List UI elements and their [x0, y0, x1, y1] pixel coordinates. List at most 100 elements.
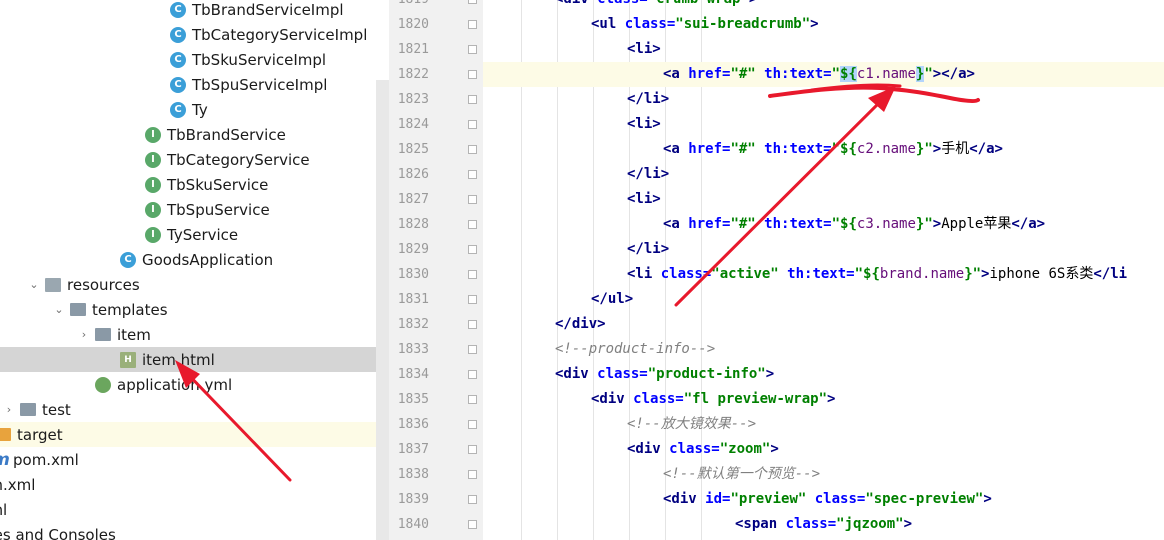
tree-scrollbar[interactable] — [376, 80, 389, 540]
code-line[interactable]: <li class="active" th:text="${brand.name… — [483, 262, 1127, 287]
line-number: 1830 — [397, 267, 429, 282]
line-number: 1821 — [397, 42, 429, 57]
fold-marker-icon[interactable] — [468, 470, 477, 479]
code-line[interactable]: </div> — [483, 312, 606, 337]
code-line[interactable]: <div class="zoom"> — [483, 437, 779, 462]
code-line[interactable]: <li> — [483, 112, 661, 137]
tree-item-application-yml[interactable]: application.yml — [0, 372, 389, 397]
fold-marker-icon[interactable] — [468, 245, 477, 254]
code-line[interactable]: <a href="#" th:text="${c3.name}">Apple苹果… — [483, 212, 1045, 237]
tree-item-ty[interactable]: C Ty — [0, 97, 389, 122]
tree-item-tbskuserviceimpl[interactable]: C TbSkuServiceImpl — [0, 47, 389, 72]
chevron-down-icon[interactable]: ⌄ — [27, 278, 41, 291]
fold-marker-icon[interactable] — [468, 345, 477, 354]
code-line[interactable]: <div class="crumb-wrap"> — [483, 0, 757, 12]
fold-marker-icon[interactable] — [468, 370, 477, 379]
fold-marker-icon[interactable] — [468, 120, 477, 129]
line-number: 1839 — [397, 492, 429, 507]
tree-item-item[interactable]: › item — [0, 322, 389, 347]
code-line[interactable]: <li> — [483, 187, 661, 212]
chevron-right-icon[interactable]: › — [2, 403, 16, 416]
tree-item-tbbrandservice[interactable]: I TbBrandService — [0, 122, 389, 147]
fold-marker-icon[interactable] — [468, 45, 477, 54]
code-line[interactable]: </ul> — [483, 287, 633, 312]
code-token: th:text= — [764, 216, 832, 232]
line-number: 1829 — [397, 242, 429, 257]
tree-item-tyservice[interactable]: I TyService — [0, 222, 389, 247]
tree-item-tbbrandserviceimpl[interactable]: C TbBrandServiceImpl — [0, 0, 389, 22]
tree-item-h-iml[interactable]: h.iml — [0, 497, 389, 522]
code-token: > — [827, 391, 836, 407]
code-token: "spec-preview" — [865, 491, 984, 507]
chevron-right-icon[interactable]: › — [77, 328, 91, 341]
code-token: class= — [633, 391, 684, 407]
code-token: href= — [688, 216, 731, 232]
chevron-down-icon[interactable]: ⌄ — [52, 303, 66, 316]
tree-item-label: TyService — [167, 225, 239, 244]
code-token: "#" — [730, 141, 765, 157]
fold-marker-icon[interactable] — [468, 445, 477, 454]
tree-item-tbskuservice[interactable]: I TbSkuService — [0, 172, 389, 197]
code-line[interactable]: <!--默认第一个预览--> — [483, 462, 820, 487]
code-token: </a> — [969, 141, 1003, 157]
tree-item-goodsapplication[interactable]: C GoodsApplication — [0, 247, 389, 272]
tree-item-test[interactable]: › test — [0, 397, 389, 422]
code-line[interactable]: <span class="jqzoom"> — [483, 512, 912, 537]
fold-marker-icon[interactable] — [468, 270, 477, 279]
code-line[interactable]: </li> — [483, 87, 669, 112]
line-number-gutter: 1819 1820 1821 1822 1823 1824 1825 1826 1827 1828… — [389, 0, 483, 540]
tree-item-tbcategoryserviceimpl[interactable]: C TbCategoryServiceImpl — [0, 22, 389, 47]
tree-item-templates[interactable]: ⌄ templates — [0, 297, 389, 322]
fold-marker-icon[interactable] — [468, 520, 477, 529]
fold-marker-icon[interactable] — [468, 320, 477, 329]
code-editor[interactable]: <div class="crumb-wrap"><ul class="sui-b… — [483, 0, 1164, 540]
tree-item-tbspuservice[interactable]: I TbSpuService — [0, 197, 389, 222]
code-line[interactable]: <div class="product-info"> — [483, 362, 774, 387]
code-token: <li> — [627, 116, 661, 132]
code-token: <div — [555, 0, 597, 7]
fold-marker-icon[interactable] — [468, 95, 477, 104]
code-token: th:text= — [764, 66, 832, 82]
code-line[interactable]: <a href="#" th:text="${c1.name}"></a> — [483, 62, 1164, 87]
code-token: class= — [785, 516, 837, 532]
code-line[interactable]: </li> — [483, 162, 669, 187]
fold-marker-icon[interactable] — [468, 220, 477, 229]
code-line[interactable]: <!--product-info--> — [483, 337, 715, 362]
tree-item-tbspuserviceimpl[interactable]: C TbSpuServiceImpl — [0, 72, 389, 97]
fold-marker-icon[interactable] — [468, 170, 477, 179]
code-line[interactable]: </li> — [483, 237, 669, 262]
tree-item-item-html[interactable]: Hitem.html — [0, 347, 389, 372]
code-line[interactable]: <div id="preview" class="spec-preview"> — [483, 487, 992, 512]
tree-item-tbcategoryservice[interactable]: I TbCategoryService — [0, 147, 389, 172]
code-line[interactable]: <a href="#" th:text="${c2.name}">手机</a> — [483, 137, 1003, 162]
code-token: Apple苹果 — [941, 216, 1012, 232]
tree-item-resources[interactable]: ⌄ resources — [0, 272, 389, 297]
code-line[interactable]: <li> — [483, 37, 661, 62]
code-token: "fl preview-wrap" — [683, 391, 828, 407]
project-tree-panel: C TbBrandServiceImpl C TbCategoryServiceImp… — [0, 0, 389, 540]
line-number: 1833 — [397, 342, 429, 357]
fold-marker-icon[interactable] — [468, 420, 477, 429]
fold-marker-icon[interactable] — [468, 145, 477, 154]
fold-marker-icon[interactable] — [468, 395, 477, 404]
tree-item-tches-and-consoles[interactable]: tches and Consoles — [0, 522, 389, 540]
fold-marker-icon[interactable] — [468, 195, 477, 204]
spring-class-icon: C — [120, 251, 136, 268]
fold-marker-icon[interactable] — [468, 70, 477, 79]
code-token: class= — [814, 491, 866, 507]
code-line[interactable]: <div class="fl preview-wrap"> — [483, 387, 835, 412]
tree-item-pom-xml[interactable]: mpom.xml — [0, 447, 389, 472]
tree-item-target[interactable]: target — [0, 422, 389, 447]
fold-marker-icon[interactable] — [468, 0, 477, 4]
fold-marker-icon[interactable] — [468, 20, 477, 29]
line-number: 1824 — [397, 117, 429, 132]
code-token: class= — [624, 16, 676, 32]
fold-marker-icon[interactable] — [468, 295, 477, 304]
fold-marker-icon[interactable] — [468, 495, 477, 504]
code-line[interactable]: <ul class="sui-breadcrumb"> — [483, 12, 819, 37]
code-line[interactable]: <!--放大镜效果--> — [483, 412, 756, 437]
line-number: 1831 — [397, 292, 429, 307]
code-token: 手机 — [941, 141, 970, 157]
tree-item-oom-xml[interactable]: oom.xml — [0, 472, 389, 497]
code-token: th:text= — [787, 266, 855, 282]
